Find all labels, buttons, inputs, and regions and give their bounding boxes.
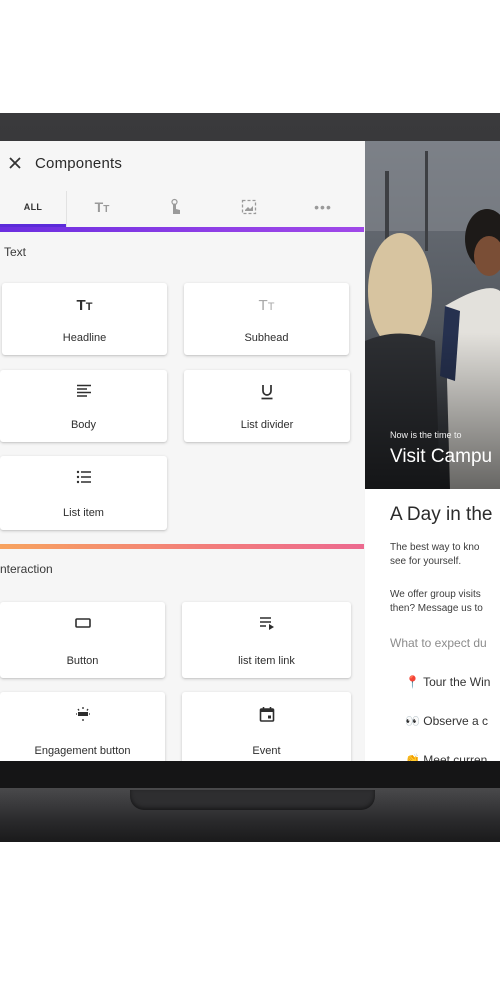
section-label-interaction: nteraction: [0, 562, 53, 576]
hero-eyebrow: Now is the time to: [390, 430, 462, 440]
close-icon[interactable]: [6, 154, 24, 172]
card-label: Headline: [62, 332, 107, 344]
text-format-icon: TT: [94, 199, 110, 215]
purple-divider: [0, 227, 364, 232]
panel-header: Components: [0, 141, 364, 187]
tab-interaction[interactable]: [138, 187, 212, 227]
image-icon: [241, 199, 257, 215]
preview-paragraph-1-line-1: The best way to kno: [390, 542, 480, 553]
eyes-icon: 👀: [405, 714, 420, 728]
hero-image: Now is the time to Visit Campu: [365, 141, 500, 489]
tab-text[interactable]: TT: [66, 187, 138, 227]
engagement-icon: [0, 706, 165, 724]
card-label: Engagement button: [34, 745, 131, 757]
card-label: Body: [70, 419, 97, 431]
component-card-list-item-link[interactable]: list item link: [182, 602, 351, 678]
component-card-list-divider[interactable]: List divider: [184, 370, 350, 442]
component-card-engagement-button[interactable]: Engagement button: [0, 692, 165, 761]
component-card-body[interactable]: Body: [0, 370, 167, 442]
playlist-play-icon: [182, 616, 351, 634]
preview-list-item: 📍 Tour the Win: [405, 675, 491, 689]
card-label: Button: [66, 655, 99, 667]
component-card-headline[interactable]: TT Headline: [2, 283, 167, 355]
preview-paragraph-2-line-1: We offer group visits: [390, 589, 481, 600]
card-label: List item: [63, 507, 104, 519]
preview-paragraph-2-line-2: then? Message us to: [390, 603, 483, 614]
card-label: Event: [252, 745, 281, 757]
underline-icon: [184, 384, 350, 402]
section-label-text: Text: [4, 245, 27, 259]
app-screen: Components ALL TT ••• Text TT Headline T…: [0, 141, 500, 761]
component-card-list-item[interactable]: List item: [0, 456, 167, 530]
hero-title: Visit Campu: [390, 446, 493, 467]
orange-divider: [0, 544, 364, 549]
text-fields-light-icon: TT: [258, 297, 275, 314]
preview-list-item: 👀 Observe a c: [405, 714, 488, 728]
tab-all[interactable]: ALL: [0, 187, 66, 227]
card-label: Subhead: [244, 332, 289, 344]
preview-paragraph-1-line-2: see for yourself.: [390, 556, 462, 567]
list-bullets-icon: [0, 470, 167, 488]
calendar-icon: [182, 706, 351, 724]
screen-bezel: [0, 761, 500, 788]
clap-icon: 👏: [405, 753, 420, 761]
align-left-icon: [0, 384, 167, 402]
pin-icon: 📍: [405, 675, 420, 689]
touch-icon: [171, 198, 180, 214]
component-card-button[interactable]: Button: [0, 602, 165, 678]
tab-media[interactable]: [212, 187, 286, 227]
preview-heading: A Day in the: [390, 504, 493, 525]
tab-more[interactable]: •••: [286, 187, 360, 227]
card-label: List divider: [240, 419, 294, 431]
card-label: list item link: [238, 655, 295, 667]
panel-title: Components: [35, 155, 123, 172]
button-outline-icon: [0, 616, 165, 634]
page-preview: Now is the time to Visit Campu A Day in …: [365, 141, 500, 761]
preview-subheading: What to expect du: [390, 636, 487, 650]
more-horiz-icon: •••: [314, 199, 332, 215]
text-fields-icon: TT: [76, 297, 93, 314]
components-panel: Components ALL TT ••• Text TT Headline T…: [0, 141, 364, 761]
tab-bar: ALL TT •••: [0, 187, 364, 227]
preview-list-item: 👏 Meet curren: [405, 753, 487, 761]
laptop-hinge-notch: [130, 790, 375, 810]
component-card-event[interactable]: Event: [182, 692, 351, 761]
component-card-subhead[interactable]: TT Subhead: [184, 283, 349, 355]
